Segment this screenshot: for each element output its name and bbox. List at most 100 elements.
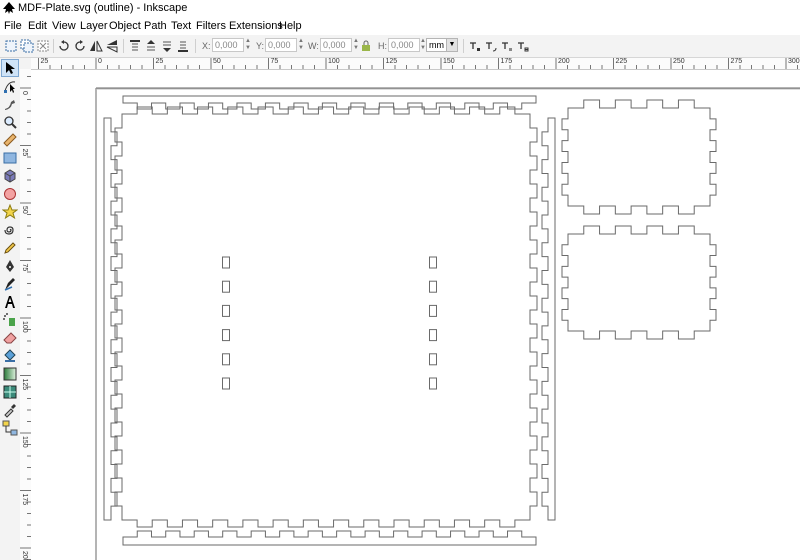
ruler-tick-label: 25 bbox=[40, 58, 49, 65]
move-gradients-icon[interactable] bbox=[500, 39, 514, 53]
raise-icon[interactable] bbox=[144, 39, 158, 53]
menu-view[interactable]: View bbox=[52, 20, 76, 32]
mounting-slot[interactable] bbox=[222, 280, 230, 293]
ruler-tick-label: 150 bbox=[21, 436, 28, 448]
end-plate-top-outline[interactable] bbox=[561, 99, 717, 215]
bottom-side-strip-outline[interactable] bbox=[122, 530, 537, 546]
flip-horizontal-icon[interactable] bbox=[89, 39, 103, 53]
ruler-tick-label: 50 bbox=[21, 206, 28, 214]
left-side-strip-outline[interactable] bbox=[103, 117, 118, 521]
h-field[interactable]: 0,000 bbox=[388, 38, 420, 52]
unit-select[interactable]: mm ▼ bbox=[426, 38, 458, 52]
x-field[interactable]: 0,000 bbox=[212, 38, 244, 52]
window-title: MDF-Plate.svg (outline) - Inkscape bbox=[18, 2, 188, 14]
pencil-tool-icon[interactable] bbox=[2, 240, 18, 256]
ellipse-tool-icon[interactable] bbox=[2, 186, 18, 202]
base-plate-outline[interactable] bbox=[114, 106, 538, 528]
plate-parts bbox=[103, 95, 717, 546]
rectangle-tool-icon[interactable] bbox=[2, 150, 18, 166]
y-label: Y: bbox=[256, 41, 265, 51]
vertical-ruler-ticks: 0 25 50 75 100 125 150 175 200 bbox=[20, 76, 31, 560]
mesh-tool-icon[interactable] bbox=[2, 384, 18, 400]
move-patterns-icon[interactable] bbox=[516, 39, 530, 53]
select-all-layers-icon[interactable] bbox=[20, 39, 34, 53]
horizontal-ruler[interactable]: 25 0 25 50 75 100 125 150 175 200 225 250 275 300 bbox=[31, 58, 800, 70]
mounting-slot[interactable] bbox=[222, 256, 230, 269]
mounting-slot[interactable] bbox=[429, 280, 437, 293]
menu-edit[interactable]: Edit bbox=[28, 20, 47, 32]
scale-corners-icon[interactable] bbox=[484, 39, 498, 53]
toolbar-separator bbox=[463, 39, 464, 53]
menu-layer[interactable]: Layer bbox=[80, 20, 108, 32]
flip-vertical-icon[interactable] bbox=[105, 39, 119, 53]
star-tool-icon[interactable] bbox=[2, 204, 18, 220]
selector-tool-icon[interactable] bbox=[1, 59, 19, 77]
eraser-tool-icon[interactable] bbox=[2, 330, 18, 346]
gradient-tool-icon[interactable] bbox=[2, 366, 18, 382]
measure-tool-icon[interactable] bbox=[2, 132, 18, 148]
w-field[interactable]: 0,000 bbox=[320, 38, 352, 52]
ruler-tick-label: 50 bbox=[213, 58, 221, 65]
dropper-tool-icon[interactable] bbox=[2, 402, 18, 418]
mounting-slot[interactable] bbox=[429, 353, 437, 366]
pen-tool-icon[interactable] bbox=[2, 258, 18, 274]
mounting-slot[interactable] bbox=[429, 377, 437, 390]
scale-stroke-icon[interactable] bbox=[468, 39, 482, 53]
menu-filters[interactable]: Filters bbox=[196, 20, 226, 32]
mounting-slot[interactable] bbox=[429, 329, 437, 342]
w-spin-buttons[interactable]: ▲ ▼ bbox=[352, 38, 360, 52]
raise-to-top-icon[interactable] bbox=[128, 39, 142, 53]
ruler-tick-label: 0 bbox=[98, 58, 102, 65]
menu-path[interactable]: Path bbox=[144, 20, 167, 32]
toolbar-separator bbox=[195, 39, 196, 53]
title-bar: MDF-Plate.svg (outline) - Inkscape bbox=[0, 0, 800, 18]
right-side-strip-outline[interactable] bbox=[541, 117, 556, 521]
x-label: X: bbox=[202, 41, 211, 51]
lower-icon[interactable] bbox=[160, 39, 174, 53]
spray-tool-icon[interactable] bbox=[2, 312, 18, 328]
paint-bucket-tool-icon[interactable] bbox=[2, 348, 18, 364]
ruler-tick-label: 150 bbox=[443, 58, 455, 65]
deselect-icon[interactable] bbox=[36, 39, 50, 53]
mounting-slot[interactable] bbox=[429, 256, 437, 269]
chevron-down-icon: ▼ bbox=[446, 39, 457, 51]
text-tool-icon[interactable] bbox=[2, 294, 18, 310]
page-border bbox=[95, 87, 800, 560]
rotate-cw-icon[interactable] bbox=[73, 39, 87, 53]
toolbar-separator bbox=[123, 39, 124, 53]
zoom-tool-icon[interactable] bbox=[2, 114, 18, 130]
menu-extensions[interactable]: Extensions bbox=[229, 20, 283, 32]
3dbox-tool-icon[interactable] bbox=[2, 168, 18, 184]
select-all-icon[interactable] bbox=[4, 39, 18, 53]
mounting-slot[interactable] bbox=[222, 304, 230, 317]
mounting-slot[interactable] bbox=[222, 377, 230, 390]
mounting-slot[interactable] bbox=[222, 353, 230, 366]
menu-file[interactable]: File bbox=[4, 20, 22, 32]
x-spin-buttons[interactable]: ▲ ▼ bbox=[244, 38, 252, 52]
spiral-tool-icon[interactable] bbox=[2, 222, 18, 238]
drawing-canvas[interactable] bbox=[31, 70, 800, 560]
ruler-tick-label: 100 bbox=[21, 321, 28, 333]
node-tool-icon[interactable] bbox=[2, 78, 18, 94]
ruler-tick-label: 75 bbox=[21, 264, 28, 272]
unit-value: mm bbox=[429, 40, 444, 50]
mounting-slot[interactable] bbox=[429, 304, 437, 317]
menu-object[interactable]: Object bbox=[109, 20, 141, 32]
ruler-tick-label: 175 bbox=[500, 58, 513, 65]
y-spin-buttons[interactable]: ▲ ▼ bbox=[297, 38, 305, 52]
ruler-tick-label: 75 bbox=[270, 58, 279, 65]
end-plate-bottom-outline[interactable] bbox=[561, 225, 717, 340]
tweak-tool-icon[interactable] bbox=[2, 96, 18, 112]
menu-help[interactable]: Help bbox=[279, 20, 302, 32]
calligraphy-tool-icon[interactable] bbox=[2, 276, 18, 292]
mounting-slot[interactable] bbox=[222, 329, 230, 342]
toolbox bbox=[0, 58, 21, 560]
y-field[interactable]: 0,000 bbox=[265, 38, 297, 52]
connector-tool-icon[interactable] bbox=[2, 420, 18, 436]
ruler-tick-label: 200 bbox=[558, 58, 570, 65]
toolbar-separator bbox=[53, 39, 54, 53]
rotate-ccw-icon[interactable] bbox=[57, 39, 71, 53]
menu-text[interactable]: Text bbox=[171, 20, 191, 32]
lock-icon[interactable] bbox=[361, 39, 371, 53]
lower-to-bottom-icon[interactable] bbox=[176, 39, 190, 53]
